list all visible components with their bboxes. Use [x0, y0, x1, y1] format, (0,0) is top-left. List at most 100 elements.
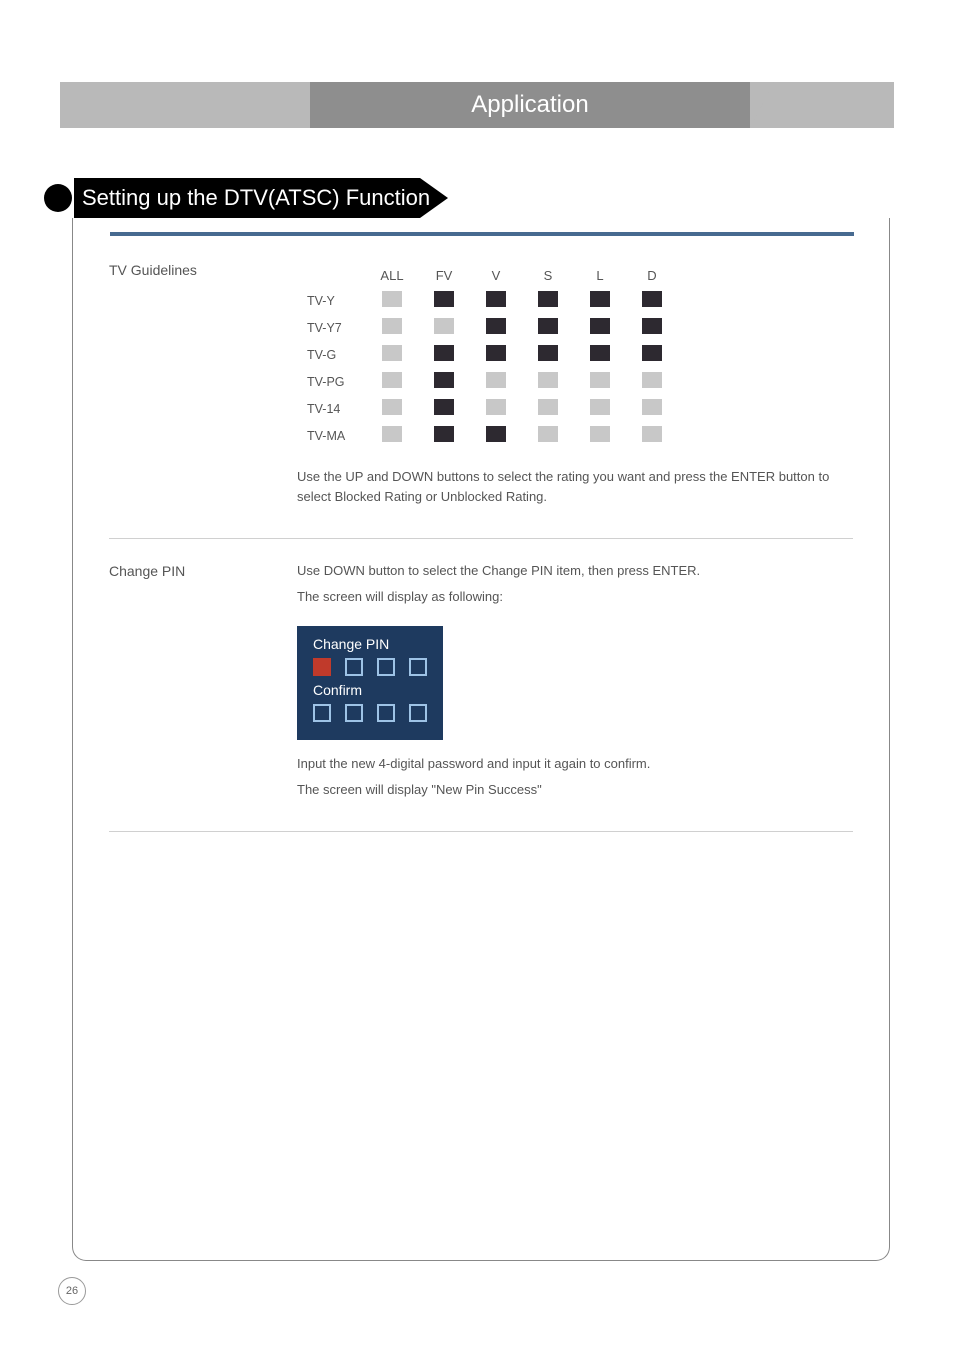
grid-cell — [635, 318, 669, 337]
grid-row: TV-PG — [307, 372, 669, 391]
grid-cell — [479, 345, 513, 364]
grid-row: TV-G — [307, 345, 669, 364]
change-pin-para2: The screen will display as following: — [297, 587, 853, 607]
grid-cell — [375, 345, 409, 364]
square-dark-icon — [486, 291, 506, 307]
change-pin-para4: The screen will display "New Pin Success… — [297, 780, 853, 800]
grid-cell — [375, 372, 409, 391]
change-pin-label: Change PIN — [109, 561, 249, 805]
grid-cell — [427, 372, 461, 391]
pin-digit-empty — [345, 704, 363, 722]
tv-guidelines-section: TV Guidelines ALL FV V S L D TV-YTV-Y7TV… — [109, 232, 853, 534]
square-grey-icon — [538, 426, 558, 442]
grid-cell — [375, 318, 409, 337]
grid-cell — [531, 291, 565, 310]
grid-cell — [427, 345, 461, 364]
square-dark-icon — [434, 399, 454, 415]
square-dark-icon — [434, 372, 454, 388]
grid-row: TV-MA — [307, 426, 669, 445]
grid-cell — [479, 372, 513, 391]
grid-header-row: ALL FV V S L D — [307, 268, 669, 283]
grid-cell — [635, 426, 669, 445]
pin-digit-filled — [313, 658, 331, 676]
grid-cell — [531, 345, 565, 364]
pin-box-title1: Change PIN — [313, 636, 427, 652]
grid-cell — [531, 399, 565, 418]
square-grey-icon — [590, 399, 610, 415]
grid-cell — [375, 399, 409, 418]
change-pin-para3: Input the new 4-digital password and inp… — [297, 754, 853, 774]
grid-cell — [479, 426, 513, 445]
grid-cell — [583, 426, 617, 445]
square-dark-icon — [590, 291, 610, 307]
col-s: S — [531, 268, 565, 283]
square-dark-icon — [642, 318, 662, 334]
section-heading: Setting up the DTV(ATSC) Function — [60, 185, 430, 211]
square-dark-icon — [486, 345, 506, 361]
square-dark-icon — [642, 345, 662, 361]
square-grey-icon — [486, 399, 506, 415]
pin-row-1 — [313, 658, 427, 676]
pin-digit-empty — [409, 704, 427, 722]
grid-cell — [635, 345, 669, 364]
change-pin-para1: Use DOWN button to select the Change PIN… — [297, 561, 853, 581]
square-grey-icon — [590, 372, 610, 388]
row-label: TV-MA — [307, 426, 357, 445]
square-dark-icon — [434, 426, 454, 442]
grid-cell — [635, 372, 669, 391]
grid-cell — [479, 291, 513, 310]
grid-cell — [375, 291, 409, 310]
grid-cell — [583, 372, 617, 391]
row-label: TV-PG — [307, 372, 357, 391]
col-d: D — [635, 268, 669, 283]
square-grey-icon — [642, 399, 662, 415]
square-grey-icon — [382, 399, 402, 415]
page-number: 26 — [58, 1277, 86, 1305]
pin-digit-empty — [409, 658, 427, 676]
square-dark-icon — [590, 318, 610, 334]
square-dark-icon — [538, 345, 558, 361]
row-label: TV-14 — [307, 399, 357, 418]
grid-cell — [427, 318, 461, 337]
grid-cell — [583, 345, 617, 364]
grid-cell — [583, 291, 617, 310]
col-fv: FV — [427, 268, 461, 283]
pin-digit-empty — [345, 658, 363, 676]
change-pin-box: Change PIN Confirm — [297, 626, 443, 740]
pin-digit-empty — [377, 704, 395, 722]
square-grey-icon — [382, 372, 402, 388]
square-dark-icon — [434, 291, 454, 307]
grid-cell — [531, 426, 565, 445]
square-dark-icon — [486, 318, 506, 334]
pin-box-title2: Confirm — [313, 682, 427, 698]
header-tab-label: Application — [310, 82, 750, 128]
square-dark-icon — [486, 426, 506, 442]
square-grey-icon — [538, 399, 558, 415]
heading-bullet-icon — [44, 184, 72, 212]
grid-cell — [427, 399, 461, 418]
square-dark-icon — [590, 345, 610, 361]
square-grey-icon — [382, 318, 402, 334]
grid-row: TV-Y — [307, 291, 669, 310]
grid-cell — [635, 291, 669, 310]
row-label: TV-Y7 — [307, 318, 357, 337]
grid-cell — [479, 399, 513, 418]
pin-row-2 — [313, 704, 427, 722]
square-grey-icon — [382, 345, 402, 361]
square-dark-icon — [642, 291, 662, 307]
header-tab: Application — [310, 82, 750, 128]
grid-cell — [531, 318, 565, 337]
row-label: TV-Y — [307, 291, 357, 310]
square-grey-icon — [590, 426, 610, 442]
square-grey-icon — [434, 318, 454, 334]
grid-cell — [583, 318, 617, 337]
col-all: ALL — [375, 268, 409, 283]
tv-guidelines-grid: ALL FV V S L D TV-Y TV-Y7 TV-G TV-PG TV-14 TV… — [289, 260, 687, 453]
row-label: TV-G — [307, 345, 357, 364]
separator — [109, 538, 853, 539]
grid-row: TV-Y7 — [307, 318, 669, 337]
square-grey-icon — [382, 426, 402, 442]
grid-cell — [635, 399, 669, 418]
grid-cell — [427, 426, 461, 445]
square-grey-icon — [642, 426, 662, 442]
